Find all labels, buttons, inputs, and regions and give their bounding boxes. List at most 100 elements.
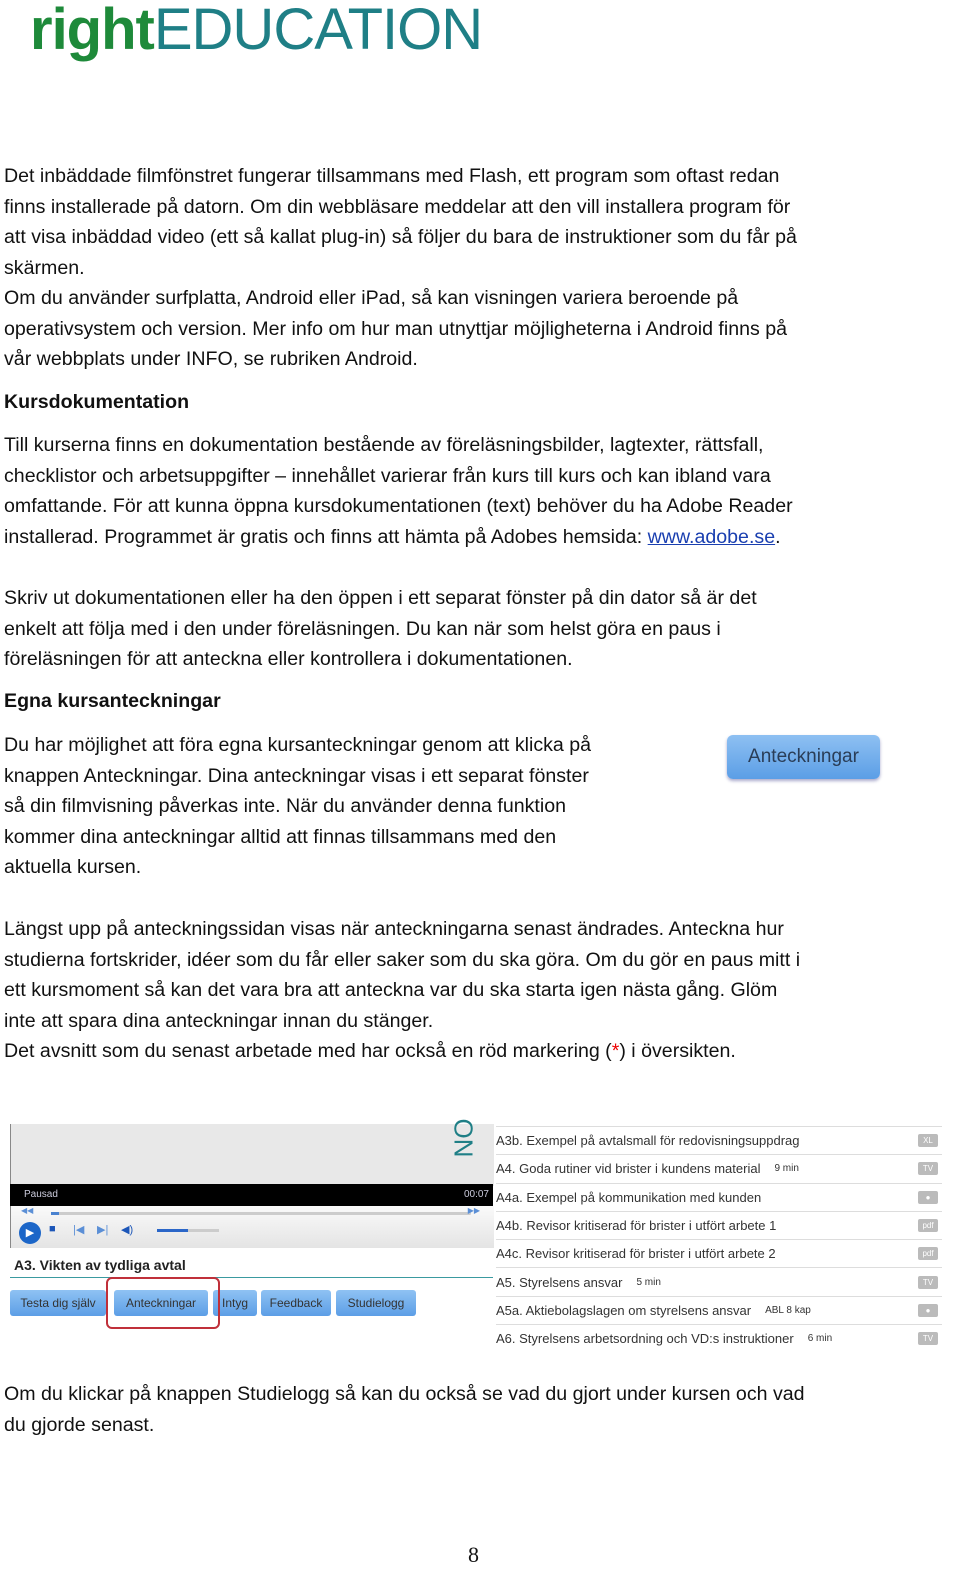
line: Om du använder surfplatta, Android eller… — [4, 287, 739, 309]
line: att visa inbäddad video (ett så kallat p… — [4, 226, 797, 248]
righteducation-logo: rightEDUCATION — [30, 0, 483, 63]
lines: Till kurserna finns en dokumentation bes… — [4, 430, 793, 522]
lesson-list-item[interactable]: A4c. Revisor kritiserad för brister i ut… — [496, 1239, 942, 1267]
status-text: Pausad — [24, 1189, 58, 1200]
line: aktuella kursen. — [4, 856, 142, 878]
lesson-title: A4b. Revisor kritiserad för brister i ut… — [496, 1218, 777, 1234]
notes-paragraph: Du har möjlighet att föra egna kursantec… — [4, 730, 591, 883]
lesson-detail: ABL 8 kap — [765, 1304, 811, 1316]
lines: Längst upp på anteckningssidan visas när… — [4, 914, 800, 1036]
adobe-link[interactable]: www.adobe.se — [648, 526, 775, 548]
heading-kursdokumentation: Kursdokumentation — [4, 391, 190, 413]
line: operativsystem och version. Mer info om … — [4, 317, 788, 340]
testa-dig-sjalv-button[interactable]: Testa dig själv — [10, 1290, 106, 1316]
lesson-title: A6. Styrelsens arbetsordning och VD:s in… — [496, 1331, 794, 1347]
lesson-list-item[interactable]: A5. Styrelsens ansvar 5 min TV — [496, 1267, 942, 1295]
previous-icon[interactable]: |◀ — [73, 1223, 84, 1236]
document-page: rightEDUCATION Det inbäddade filmfönstre… — [0, 0, 960, 1595]
line: inte att spara dina anteckningar innan d… — [4, 1009, 434, 1032]
player-controls: ◀◀ ▶▶ ▶ ■ |◀ ▶| ◀) — [10, 1206, 494, 1248]
lesson-type-icon: pdf — [918, 1219, 938, 1233]
text: installerad. Programmet är gratis och fi… — [4, 525, 648, 548]
line: föreläsningen för att anteckna eller kon… — [4, 648, 573, 670]
lesson-list-item[interactable]: A4a. Exempel på kommunikation med kunden… — [496, 1182, 942, 1211]
lesson-list-item[interactable]: A5a. Aktiebolagslagen om styrelsens ansv… — [496, 1295, 942, 1324]
status-bar: Pausad 00:07 — [10, 1184, 493, 1206]
line: Skriv ut dokumentationen eller ha den öp… — [4, 587, 757, 609]
studielogg-button[interactable]: Studielogg — [336, 1290, 416, 1316]
lesson-list-item[interactable]: A3b. Exempel på avtalsmall för redovisni… — [496, 1126, 942, 1154]
fast-forward-icon[interactable]: ▶▶ — [468, 1206, 480, 1215]
lesson-type-icon: TV — [918, 1275, 938, 1289]
lesson-list-item[interactable]: A4b. Revisor kritiserad för brister i ut… — [496, 1210, 942, 1239]
lesson-title: A3b. Exempel på avtalsmall för redovisni… — [496, 1133, 800, 1149]
line: vår webbplats under INFO, se rubriken An… — [4, 348, 418, 370]
volume-slider[interactable] — [157, 1229, 219, 1232]
text: ) i översikten. — [619, 1040, 736, 1062]
lesson-title: A4c. Revisor kritiserad för brister i ut… — [496, 1246, 776, 1262]
lesson-detail: 5 min — [636, 1276, 661, 1288]
lesson-type-icon: ● — [918, 1303, 938, 1317]
line: Om du klickar på knappen Studielogg så k… — [4, 1383, 805, 1405]
text: Det avsnitt som du senast arbetade med h… — [4, 1040, 612, 1062]
text: . — [775, 525, 781, 548]
lesson-type-icon: TV — [918, 1162, 938, 1176]
seek-fill — [51, 1212, 60, 1215]
studielogg-paragraph: Om du klickar på knappen Studielogg så k… — [4, 1379, 805, 1440]
course-player-screenshot: ON Pausad 00:07 ◀◀ ▶▶ ▶ ■ |◀ ▶| ◀) A3. V… — [8, 1119, 942, 1346]
line: finns installerade på datorn. Om din web… — [4, 195, 791, 218]
lesson-detail: 9 min — [774, 1163, 799, 1175]
next-icon[interactable]: ▶| — [97, 1223, 108, 1236]
intro-paragraph: Det inbäddade filmfönstret fungerar till… — [4, 161, 797, 375]
rewind-icon[interactable]: ◀◀ — [21, 1206, 33, 1215]
line: ett kursmoment så kan det vara bra att a… — [4, 979, 778, 1001]
lesson-detail: 6 min — [807, 1333, 833, 1345]
lesson-title: A3. Vikten av tydliga avtal — [14, 1257, 186, 1273]
line: omfattande. För att kunna öppna kursdoku… — [4, 495, 793, 517]
line: Det inbäddade filmfönstret fungerar till… — [4, 165, 780, 187]
lesson-type-icon: XL — [918, 1134, 938, 1148]
line: du gjorde senast. — [4, 1413, 155, 1436]
seek-bar[interactable] — [51, 1212, 471, 1215]
notes-info-paragraph: Längst upp på anteckningssidan visas när… — [4, 914, 800, 1067]
line: Längst upp på anteckningssidan visas när… — [4, 918, 784, 940]
page-number: 8 — [468, 1542, 479, 1567]
volume-icon[interactable]: ◀) — [121, 1223, 133, 1236]
line: skärmen. — [4, 256, 85, 279]
line: Till kurserna finns en dokumentation bes… — [4, 434, 764, 456]
line: kommer dina anteckningar alltid att finn… — [4, 825, 557, 848]
time-text: 00:07 — [463, 1189, 489, 1200]
logo-part1: right — [30, 0, 155, 62]
video-logo: ON — [448, 1118, 479, 1158]
line: enkelt att följa med i den under föreläs… — [4, 617, 721, 640]
divider — [10, 1277, 493, 1278]
logo-part2: EDUCATION — [153, 0, 483, 62]
lesson-type-icon: pdf — [918, 1247, 938, 1261]
lesson-type-icon: ● — [918, 1190, 938, 1204]
lesson-type-icon: TV — [918, 1332, 938, 1346]
video-area[interactable]: ON — [10, 1119, 494, 1186]
line: checklistor och arbetsuppgifter – innehå… — [4, 464, 771, 487]
line: installerad. Programmet är gratis och fi… — [4, 522, 793, 553]
lesson-title: A4. Goda rutiner vid brister i kundens m… — [496, 1161, 761, 1177]
line: Det avsnitt som du senast arbetade med h… — [4, 1036, 800, 1067]
lesson-list-item[interactable]: A6. Styrelsens arbetsordning och VD:s in… — [496, 1324, 942, 1352]
lesson-list: A3b. Exempel på avtalsmall för redovisni… — [496, 1126, 942, 1352]
print-paragraph: Skriv ut dokumentationen eller ha den öp… — [4, 583, 757, 675]
anteckningar-button[interactable]: Anteckningar — [727, 735, 880, 779]
feedback-button[interactable]: Feedback — [261, 1290, 331, 1316]
line: studierna fortskrider, idéer som du får … — [4, 948, 801, 971]
lesson-title: A4a. Exempel på kommunikation med kunden — [496, 1189, 762, 1205]
lesson-list-item[interactable]: A4. Goda rutiner vid brister i kundens m… — [496, 1154, 942, 1182]
line: Du har möjlighet att föra egna kursantec… — [4, 734, 592, 756]
play-icon[interactable]: ▶ — [19, 1222, 41, 1244]
lesson-title: A5. Styrelsens ansvar — [496, 1274, 623, 1290]
highlight-box — [106, 1277, 220, 1329]
stop-icon[interactable]: ■ — [49, 1223, 56, 1235]
line: knappen Anteckningar. Dina anteckningar … — [4, 764, 589, 787]
line: så din filmvisning påverkas inte. När du… — [4, 795, 567, 817]
documentation-paragraph: Till kurserna finns en dokumentation bes… — [4, 430, 793, 552]
volume-fill — [157, 1229, 188, 1232]
lesson-title: A5a. Aktiebolagslagen om styrelsens ansv… — [496, 1302, 752, 1318]
heading-egna-kursanteckningar: Egna kursanteckningar — [4, 690, 221, 712]
